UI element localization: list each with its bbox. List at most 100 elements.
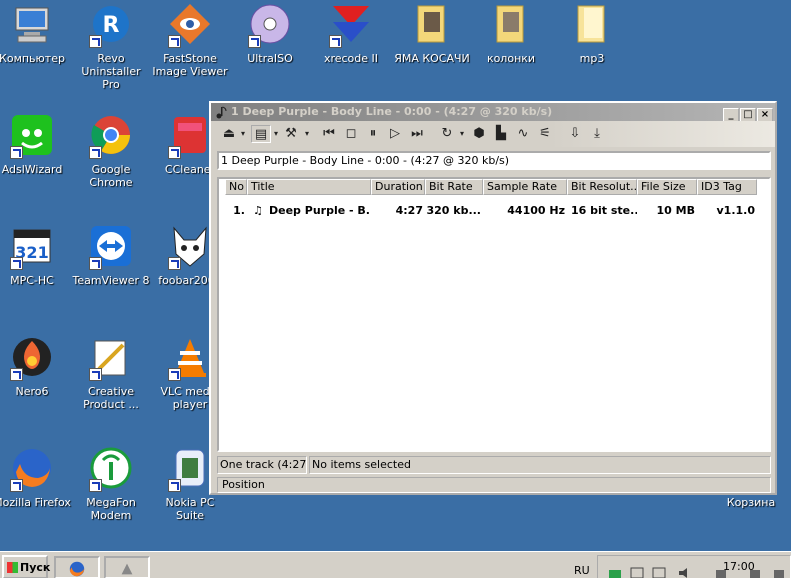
pause-icon[interactable]: ⏸ xyxy=(363,125,383,143)
desktop-icon-label: MegaFon Modem xyxy=(86,496,136,522)
window-title: 1 Deep Purple - Body Line - 0:00 - (4:27… xyxy=(231,105,553,118)
column-header-bitrate[interactable]: Bit Rate xyxy=(425,179,483,195)
desktop-icon-nero[interactable]: Nero6 xyxy=(0,335,72,398)
firefox-icon xyxy=(69,561,85,577)
desktop-icon-label: Корзина xyxy=(726,496,776,509)
system-tray xyxy=(597,555,791,578)
desktop-icon-xrecode[interactable]: xrecode II xyxy=(311,2,391,65)
column-header-no[interactable]: No xyxy=(225,179,247,195)
desktop-icon-megafon[interactable]: MegaFon Modem xyxy=(71,446,151,522)
shortcut-arrow-icon xyxy=(10,257,23,270)
shortcut-arrow-icon xyxy=(89,257,102,270)
desktop-icon-computer[interactable]: Компьютер xyxy=(0,2,72,65)
column-header-duration[interactable]: Duration xyxy=(371,179,425,195)
flag-icon[interactable] xyxy=(630,567,644,578)
desktop-icon-chrome[interactable]: Google Chrome xyxy=(71,113,151,189)
tools-icon[interactable]: ⚒ xyxy=(281,125,301,143)
tray-app-icon[interactable] xyxy=(772,567,786,578)
column-header-title[interactable]: Title xyxy=(247,179,371,195)
taskbar-app-button[interactable] xyxy=(104,556,150,578)
desktop-icon-teamviewer[interactable]: TeamViewer 8 xyxy=(71,224,151,287)
shortcut-arrow-icon xyxy=(248,35,261,48)
music-note-icon xyxy=(215,105,229,119)
monitor-icon[interactable] xyxy=(652,567,666,578)
desktop-icon-label: Revo Uninstaller Pro xyxy=(81,52,141,91)
taskbar-firefox-button[interactable] xyxy=(54,556,100,578)
track-id3tag: v1.1.0 xyxy=(716,204,756,217)
track-samplerate: 44100 Hz xyxy=(507,204,565,217)
shortcut-arrow-icon xyxy=(168,146,181,159)
table-row[interactable]: 1. ♫ Deep Purple - B... 4:27 320 kb... 4… xyxy=(225,203,765,219)
column-header-bitresolution[interactable]: Bit Resolut... xyxy=(567,179,637,195)
previous-track-icon[interactable]: ⏮ xyxy=(319,125,339,143)
desktop-icon-revo[interactable]: R Revo Uninstaller Pro xyxy=(71,2,151,91)
download-icon[interactable]: ⇩ xyxy=(565,125,585,143)
download-to-folder-icon[interactable]: ⤓ xyxy=(587,125,607,143)
megafon-icon xyxy=(89,446,133,492)
desktop-icon-label: mp3 xyxy=(579,52,605,65)
equalizer-icon[interactable]: ⚟ xyxy=(535,125,555,143)
computer-icon xyxy=(10,2,54,46)
language-indicator[interactable]: RU xyxy=(574,564,590,577)
desktop-icon-faststone[interactable]: FastStone Image Viewer xyxy=(150,2,230,78)
maximize-button[interactable]: □ xyxy=(740,108,756,122)
desktop-icon-label: ЯМА КОСАЧИ xyxy=(394,52,470,65)
column-header-id3tag[interactable]: ID3 Tag xyxy=(697,179,757,195)
start-button[interactable]: Пуск xyxy=(2,555,50,578)
desktop-icon-folder-kolonki[interactable]: колонки xyxy=(471,2,551,65)
column-header-samplerate[interactable]: Sample Rate xyxy=(483,179,567,195)
playlist-icon[interactable]: ▤ xyxy=(251,125,271,143)
chevron-down-icon[interactable]: ▾ xyxy=(303,125,311,143)
desktop-icon-label: MPC-HC xyxy=(10,274,54,287)
desktop-icon-ultraiso[interactable]: UltraISO xyxy=(230,2,310,65)
waveform-icon[interactable]: ∿ xyxy=(513,125,533,143)
position-seekbar[interactable]: Position xyxy=(217,477,771,493)
desktop-icon-adslwizard[interactable]: AdslWizard xyxy=(0,113,72,176)
desktop-icon-creative[interactable]: Creative Product ... xyxy=(71,335,151,411)
now-playing-field: 1 Deep Purple - Body Line - 0:00 - (4:27… xyxy=(217,151,771,170)
xrecode-icon xyxy=(329,2,373,48)
clock[interactable]: 17:00 xyxy=(723,560,755,573)
desktop-icon-label: Mozilla Firefox xyxy=(0,496,71,509)
play-icon[interactable]: ▷ xyxy=(385,125,405,143)
repeat-icon[interactable]: ↻ xyxy=(437,125,457,143)
shortcut-arrow-icon xyxy=(168,35,181,48)
window-titlebar[interactable]: 1 Deep Purple - Body Line - 0:00 - (4:27… xyxy=(211,103,775,122)
playlist-header: No Title Duration Bit Rate Sample Rate B… xyxy=(225,179,765,195)
stop-icon[interactable]: ◻ xyxy=(341,125,361,143)
desktop-icon-label: колонки xyxy=(486,52,536,65)
status-track-count: One track (4:27) xyxy=(217,456,307,474)
desktop-icon-folder-mp3[interactable]: mp3 xyxy=(552,2,632,65)
desktop-icon-folder-yama[interactable]: ЯМА КОСАЧИ xyxy=(392,2,472,65)
spectrum-icon[interactable]: ▙ xyxy=(491,125,511,143)
chrome-icon xyxy=(89,113,133,159)
adslwizard-icon xyxy=(10,113,54,159)
track-bitresolution: 16 bit ste... xyxy=(571,204,637,217)
folder-icon xyxy=(489,2,533,46)
toolbar: ⏏ ▾ ▤ ▾ ⚒ ▾ ⏮ ◻ ⏸ ▷ ⏭ ↻ ▾ ⬢ ▙ ∿ ⚟ ⇩ ⤓ xyxy=(211,121,775,147)
chevron-down-icon[interactable]: ▾ xyxy=(458,125,466,143)
column-header-filesize[interactable]: File Size xyxy=(637,179,697,195)
desktop-icon-label: xrecode II xyxy=(323,52,379,65)
desktop-icon-label: FastStone Image Viewer xyxy=(152,52,228,78)
minimize-button[interactable]: _ xyxy=(723,108,739,122)
player-window[interactable]: 1 Deep Purple - Body Line - 0:00 - (4:27… xyxy=(209,101,777,495)
desktop-icon-label: Компьютер xyxy=(0,52,65,65)
close-button[interactable]: × xyxy=(757,108,773,122)
shortcut-arrow-icon xyxy=(10,368,23,381)
shortcut-arrow-icon xyxy=(168,479,181,492)
chevron-down-icon[interactable]: ▾ xyxy=(239,125,247,143)
chevron-down-icon[interactable]: ▾ xyxy=(272,125,280,143)
desktop-icon-firefox[interactable]: Mozilla Firefox xyxy=(0,446,72,509)
volume-icon[interactable] xyxy=(678,567,692,578)
desktop-icon-mpc-hc[interactable]: 321 MPC-HC xyxy=(0,224,72,287)
network-icon[interactable] xyxy=(608,567,622,578)
cube-icon[interactable]: ⬢ xyxy=(469,125,489,143)
track-filesize: 10 MB xyxy=(656,204,695,217)
shortcut-arrow-icon xyxy=(329,35,342,48)
next-track-icon[interactable]: ⏭ xyxy=(407,125,427,143)
track-bitrate: 320 kb... xyxy=(426,204,481,217)
shortcut-arrow-icon xyxy=(89,35,102,48)
eject-icon[interactable]: ⏏ xyxy=(219,125,239,143)
playlist-view[interactable]: No Title Duration Bit Rate Sample Rate B… xyxy=(217,177,771,452)
